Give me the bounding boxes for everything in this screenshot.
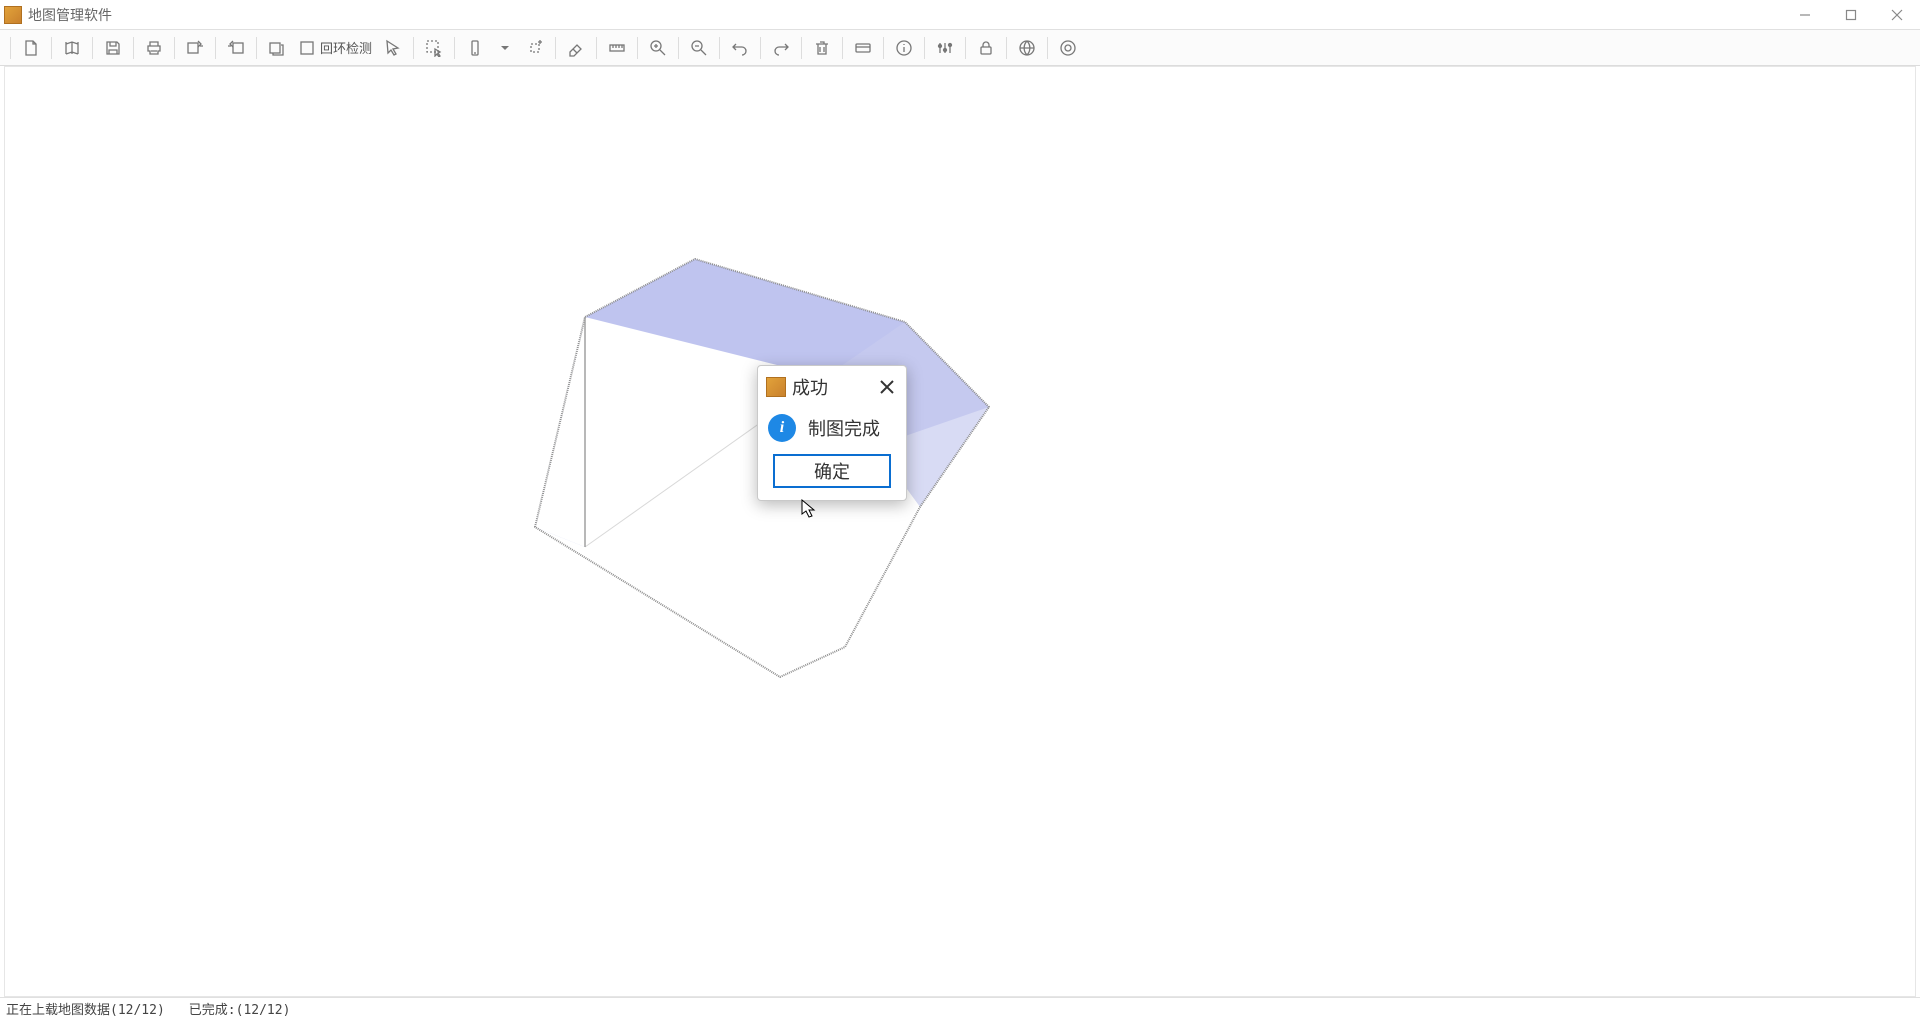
separator	[413, 37, 414, 59]
new-file-button[interactable]	[17, 34, 45, 62]
separator	[215, 37, 216, 59]
ruler-tool[interactable]	[603, 34, 631, 62]
dialog-title: 成功	[792, 374, 828, 400]
dialog-app-icon	[766, 377, 786, 397]
separator	[454, 37, 455, 59]
cursor-icon	[800, 499, 820, 519]
loop-detect-button[interactable]: 回环检测	[293, 34, 377, 62]
separator	[924, 37, 925, 59]
minimize-button[interactable]	[1782, 0, 1828, 30]
settings-button[interactable]	[931, 34, 959, 62]
lock-button[interactable]	[972, 34, 1000, 62]
info-button[interactable]	[890, 34, 918, 62]
toolbar: 回环检测	[0, 30, 1920, 66]
target-button[interactable]	[1054, 34, 1082, 62]
device-tool[interactable]	[461, 34, 489, 62]
separator	[10, 37, 11, 59]
undo-button[interactable]	[726, 34, 754, 62]
delete-button[interactable]	[808, 34, 836, 62]
globe-button[interactable]	[1013, 34, 1041, 62]
close-button[interactable]	[1874, 0, 1920, 30]
redo-map-button[interactable]	[222, 34, 250, 62]
separator	[596, 37, 597, 59]
device-dropdown[interactable]	[491, 34, 519, 62]
window-controls	[1782, 0, 1920, 30]
separator	[1006, 37, 1007, 59]
dialog-actions: 确定	[758, 454, 906, 500]
info-icon: i	[768, 414, 796, 442]
separator	[719, 37, 720, 59]
zoom-in-button[interactable]	[644, 34, 672, 62]
separator	[133, 37, 134, 59]
pointer-tool[interactable]	[379, 34, 407, 62]
status-uploading: 正在上载地图数据(12/12)	[6, 999, 165, 1018]
app-icon	[4, 6, 22, 24]
window-title: 地图管理软件	[28, 5, 112, 25]
undo-map-button[interactable]	[181, 34, 209, 62]
zoom-out-button[interactable]	[685, 34, 713, 62]
loop-detect-label: 回环检测	[320, 38, 372, 57]
separator	[92, 37, 93, 59]
titlebar: 地图管理软件	[0, 0, 1920, 30]
eraser-tool[interactable]	[562, 34, 590, 62]
separator	[842, 37, 843, 59]
save-button[interactable]	[99, 34, 127, 62]
separator	[174, 37, 175, 59]
separator	[678, 37, 679, 59]
open-map-button[interactable]	[58, 34, 86, 62]
status-done: 已完成:(12/12)	[189, 999, 291, 1018]
separator	[801, 37, 802, 59]
separator	[51, 37, 52, 59]
maximize-button[interactable]	[1828, 0, 1874, 30]
canvas[interactable]: 成功 i 制图完成 确定	[4, 66, 1916, 997]
redo-button[interactable]	[767, 34, 795, 62]
add-node-tool[interactable]	[521, 34, 549, 62]
dialog-close-button[interactable]	[876, 376, 898, 398]
success-dialog: 成功 i 制图完成 确定	[757, 365, 907, 501]
select-area-tool[interactable]	[420, 34, 448, 62]
card-button[interactable]	[849, 34, 877, 62]
separator	[1047, 37, 1048, 59]
separator	[760, 37, 761, 59]
separator	[965, 37, 966, 59]
layer-button[interactable]	[263, 34, 291, 62]
dialog-message: 制图完成	[808, 415, 880, 441]
statusbar: 正在上载地图数据(12/12) 已完成:(12/12)	[0, 997, 1920, 1019]
dialog-body: i 制图完成	[758, 406, 906, 454]
separator	[256, 37, 257, 59]
separator	[555, 37, 556, 59]
dialog-titlebar: 成功	[758, 366, 906, 406]
separator	[637, 37, 638, 59]
ok-button[interactable]: 确定	[773, 454, 891, 488]
separator	[883, 37, 884, 59]
print-button[interactable]	[140, 34, 168, 62]
